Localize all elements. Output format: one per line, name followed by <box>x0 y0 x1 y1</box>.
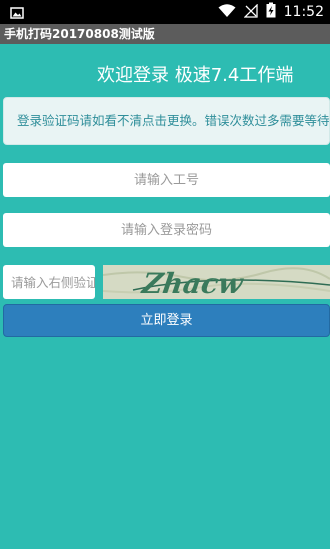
status-time: 11:52 <box>283 4 324 20</box>
login-button[interactable]: 立即登录 <box>3 304 330 337</box>
password-input[interactable] <box>3 213 330 247</box>
captcha-text: Zhacw <box>139 267 246 299</box>
username-input[interactable] <box>3 163 330 197</box>
captcha-notice: 登录验证码请如看不清点击更换。错误次数过多需要等待 <box>3 97 330 145</box>
captcha-image[interactable]: Zhacw <box>103 265 330 299</box>
image-notification-icon <box>10 5 24 19</box>
no-signal-icon <box>243 2 258 22</box>
captcha-input[interactable] <box>3 265 95 299</box>
battery-charging-icon <box>266 2 276 22</box>
wifi-icon <box>218 3 236 22</box>
app-title: 手机打码20170808测试版 <box>0 24 330 44</box>
welcome-heading: 欢迎登录 极速7.4工作端 <box>97 65 294 86</box>
status-bar: 11:52 <box>0 0 330 24</box>
